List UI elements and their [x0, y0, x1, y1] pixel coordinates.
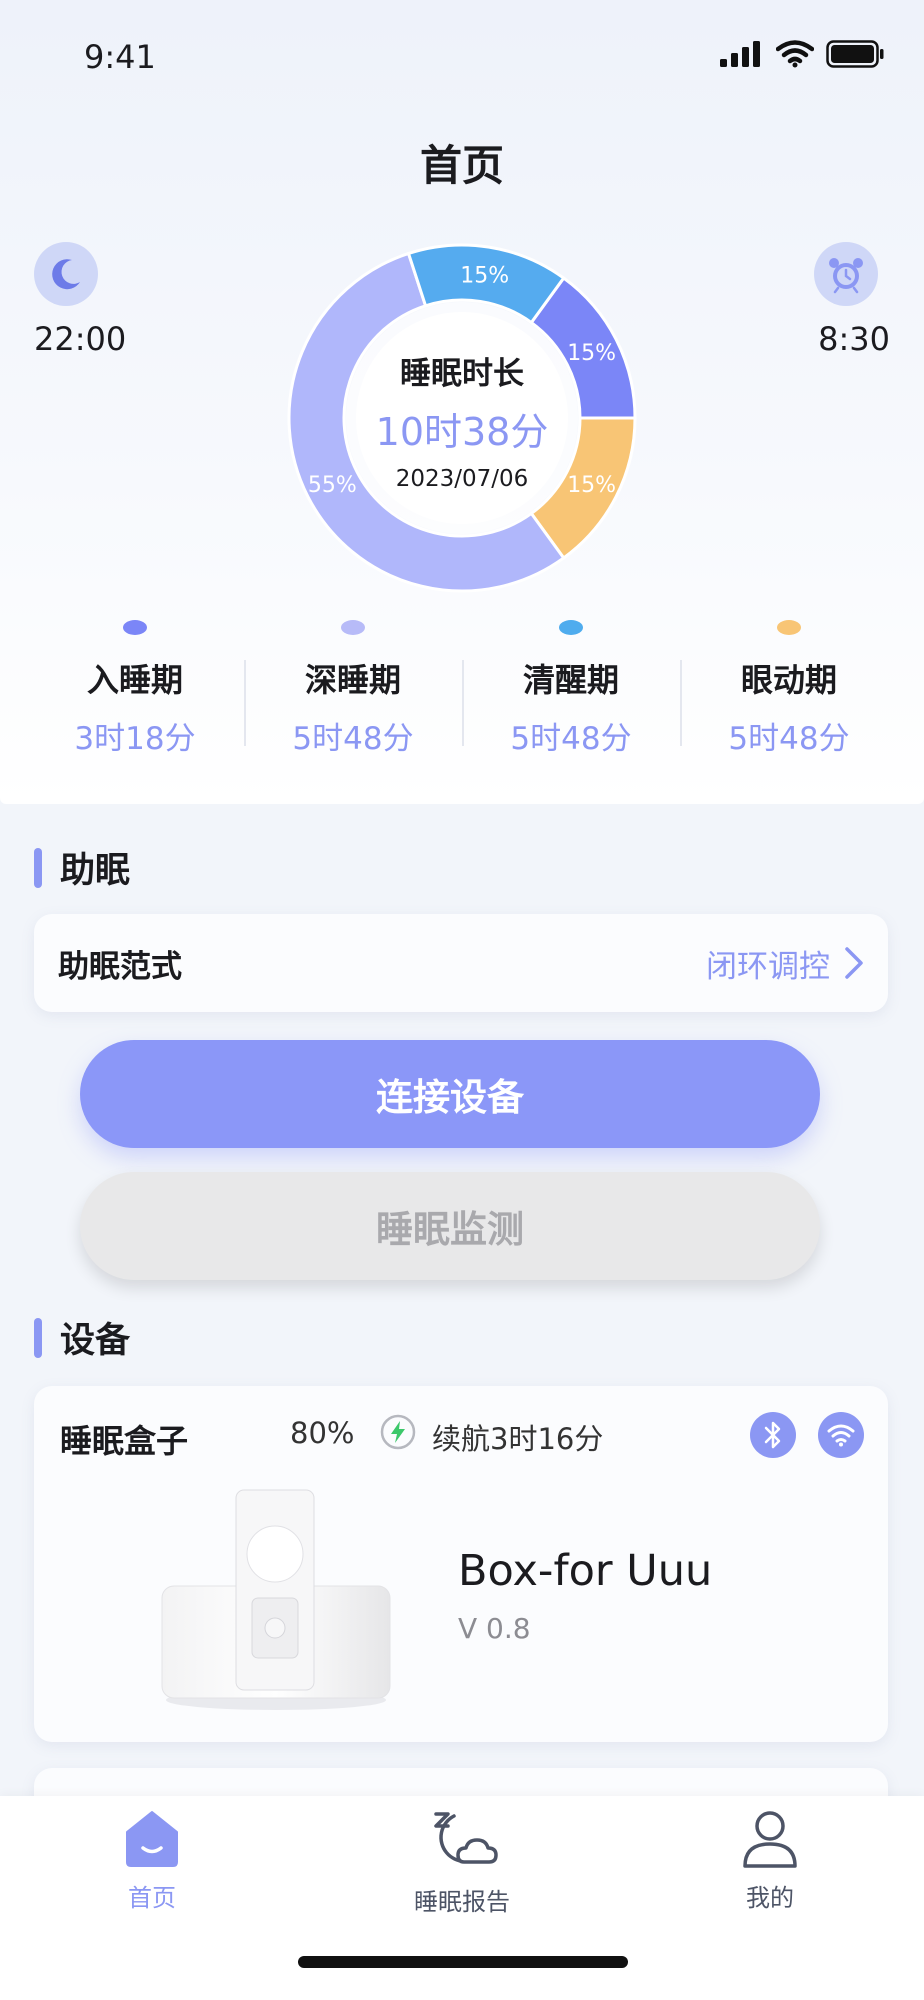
mode-value[interactable]: 闭环调控 [706, 941, 864, 986]
bedtime: 22:00 [34, 320, 127, 358]
device-card[interactable]: 睡眠盒子 80% 续航3时16分 Box-for Uuu V 0.8 [34, 1386, 888, 1742]
stage-duration: 5时48分 [728, 721, 850, 757]
chevron-right-icon [845, 947, 863, 979]
sleep-duration-value: 10时38分 [375, 410, 549, 454]
sleep-donut-chart: 15% 15% 55% 15% 睡眠时长 10时38分 2023/07/06 [284, 240, 640, 596]
home-indicator [298, 1956, 628, 1968]
stage-dot [341, 620, 365, 635]
alarm-clock-icon [814, 242, 878, 306]
tab-label: 我的 [746, 1884, 794, 1912]
stage-dot [123, 620, 147, 635]
status-time: 9:41 [84, 38, 156, 76]
devices-section-title: 设备 [34, 1312, 130, 1363]
tab-bar: 首页 睡眠报告 我的 [0, 1796, 924, 2000]
wifi-icon[interactable] [818, 1412, 864, 1458]
sleep-monitor-button[interactable]: 睡眠监测 [80, 1172, 820, 1280]
mode-value-text: 闭环调控 [706, 948, 830, 985]
tab-label: 首页 [128, 1884, 176, 1912]
section-title-text: 助眠 [60, 851, 131, 891]
stage-name: 眼动期 [740, 661, 837, 699]
tab-home[interactable]: 首页 [52, 1808, 252, 1913]
tab-profile[interactable]: 我的 [670, 1808, 870, 1913]
device-battery: 80% [290, 1416, 355, 1450]
home-icon [126, 1811, 178, 1867]
section-accent-bar [34, 847, 42, 888]
section-title-text: 设备 [60, 1321, 131, 1361]
donut-center: 睡眠时长 10时38分 2023/07/06 [284, 240, 640, 596]
stage-duration: 5时48分 [510, 721, 632, 757]
profile-icon [743, 1811, 797, 1868]
connect-device-button[interactable]: 连接设备 [80, 1040, 820, 1148]
section-accent-bar [34, 1317, 42, 1358]
sleep-aid-section-title: 助眠 [34, 842, 130, 893]
device-version: V 0.8 [458, 1612, 531, 1645]
stage-name: 清醒期 [522, 661, 619, 699]
stage-name: 深睡期 [304, 661, 401, 699]
device-range: 续航3时16分 [432, 1422, 604, 1456]
stage-dot [559, 620, 583, 635]
battery-icon [826, 40, 884, 68]
stage-duration: 5时48分 [292, 721, 414, 757]
sleep-stages: 入睡期 3时18分 深睡期 5时48分 清醒期 5时48分 眼动期 5时48分 [26, 618, 898, 758]
moon-icon [34, 242, 98, 306]
sleep-aid-mode-row[interactable]: 助眠范式 闭环调控 [34, 914, 888, 1012]
sleep-duration-label: 睡眠时长 [400, 356, 524, 392]
status-icons [720, 40, 884, 68]
tab-label: 睡眠报告 [414, 1888, 510, 1916]
stage-dot [777, 620, 801, 635]
stage-rem: 眼动期 5时48分 [680, 618, 898, 758]
sleep-summary-card: 9:41 首页 22:00 8:30 15% 15% 55% 15% 睡眠时长 … [0, 0, 924, 804]
bluetooth-icon[interactable] [750, 1412, 796, 1458]
page-title: 首页 [419, 141, 504, 190]
device-model: Box-for Uuu [458, 1546, 713, 1596]
stage-name: 入睡期 [86, 661, 183, 699]
sleep-date: 2023/07/06 [395, 466, 529, 492]
device-name: 睡眠盒子 [60, 1422, 189, 1460]
signal-icon [720, 41, 760, 67]
device-image [161, 1489, 391, 1710]
stage-duration: 3时18分 [74, 721, 196, 757]
charging-icon [380, 1414, 416, 1450]
stage-falling-asleep: 入睡期 3时18分 [26, 618, 244, 758]
stage-awake: 清醒期 5时48分 [462, 618, 680, 758]
wifi-icon [776, 40, 814, 68]
sleep-report-icon [434, 1812, 498, 1864]
tab-sleep-report[interactable]: 睡眠报告 [362, 1808, 562, 1917]
wake-time: 8:30 [818, 320, 890, 358]
stage-deep-sleep: 深睡期 5时48分 [244, 618, 462, 758]
mode-label: 助眠范式 [58, 948, 182, 985]
